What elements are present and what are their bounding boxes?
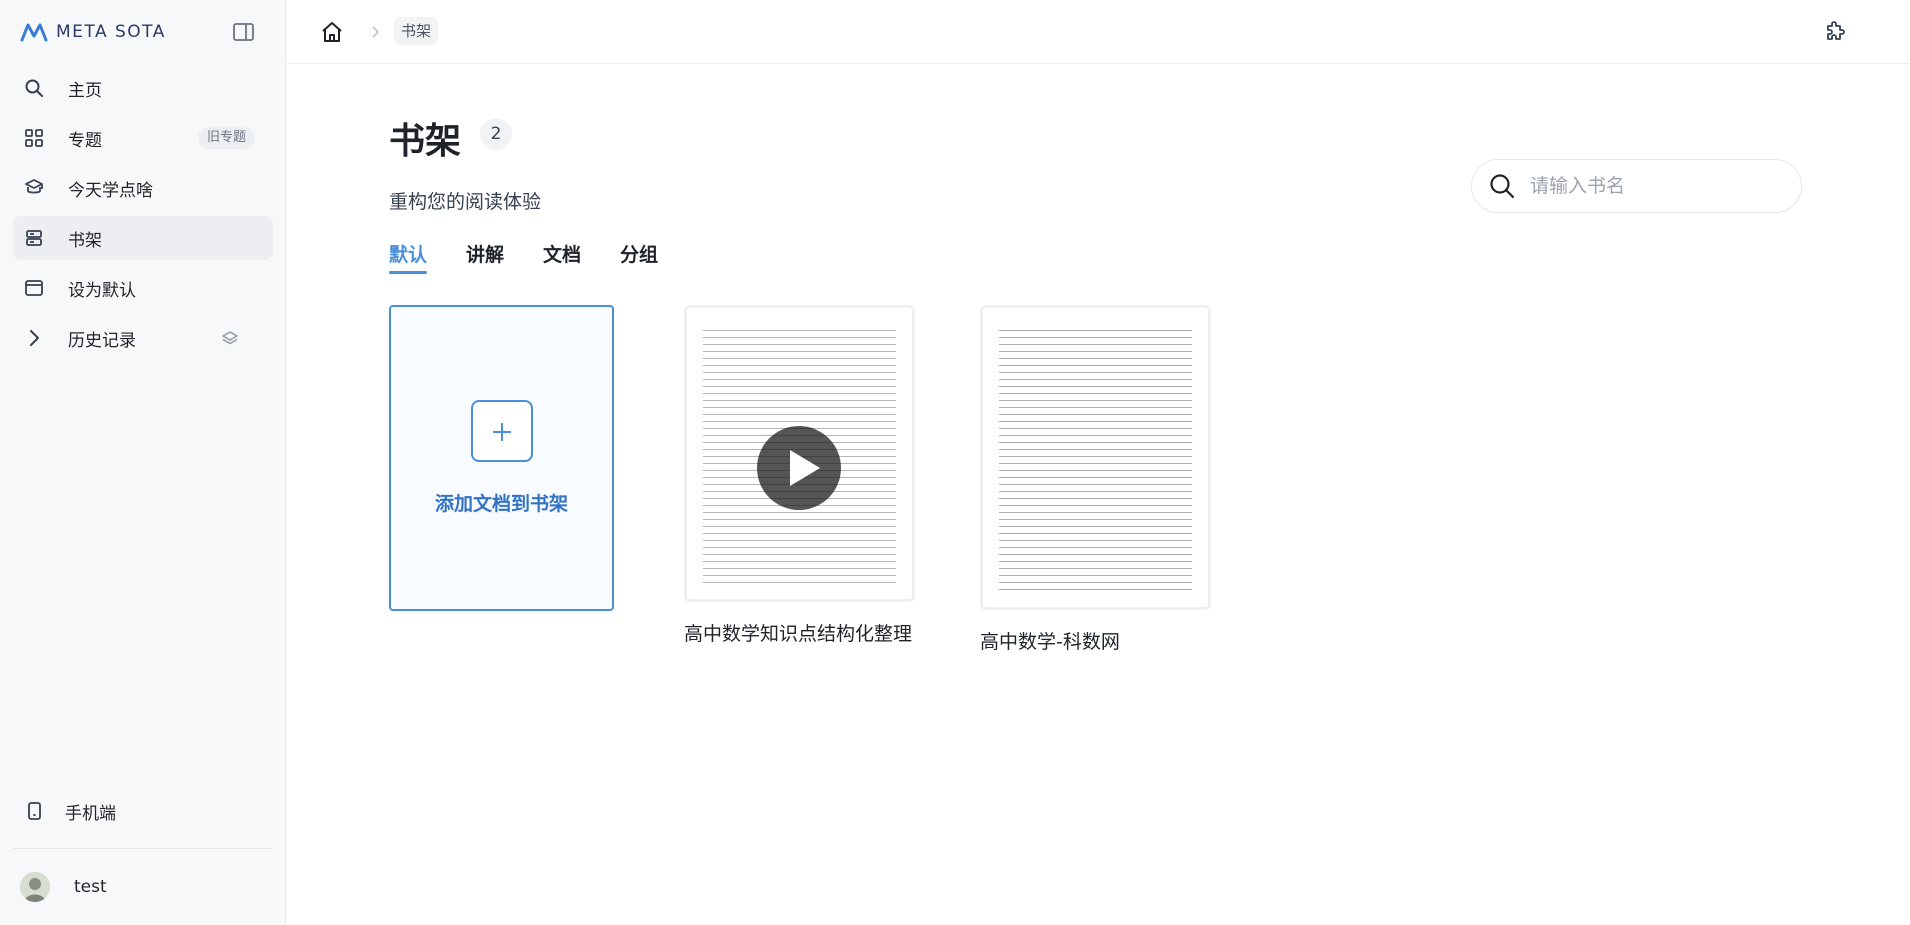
sidebar-item-history[interactable]: 历史记录 (13, 316, 273, 360)
stack-icon (23, 177, 45, 199)
chevron-right-icon (23, 327, 45, 349)
user-name: test (74, 877, 107, 897)
play-icon[interactable] (757, 426, 841, 510)
grid-icon (23, 127, 45, 149)
logo-icon (20, 23, 48, 42)
sidebar-item-label: 今天学点啥 (68, 180, 153, 201)
layers-icon[interactable] (221, 329, 239, 347)
mobile-app-link[interactable]: 手机端 (23, 796, 116, 826)
brand-logo[interactable]: META SOTA (20, 20, 166, 44)
tab-groups[interactable]: 分组 (620, 240, 658, 274)
shelf-tabs: 默认 讲解 文档 分组 (389, 240, 697, 274)
book-cover[interactable] (684, 305, 915, 602)
search-icon (1490, 174, 1515, 199)
sidebar-item-set-default[interactable]: 设为默认 (13, 266, 273, 310)
mobile-label: 手机端 (65, 803, 116, 824)
brand-name: META SOTA (56, 22, 166, 42)
home-button[interactable] (320, 20, 344, 44)
phone-icon (23, 800, 45, 822)
book-card[interactable]: 高中数学知识点结构化整理 (684, 305, 915, 685)
plus-icon (471, 400, 533, 462)
search-icon (23, 77, 45, 99)
topbar: 书架 (287, 0, 1910, 64)
tab-default[interactable]: 默认 (389, 240, 428, 274)
sidebar-item-home[interactable]: 主页 (13, 66, 273, 110)
window-icon (23, 277, 45, 299)
add-document-card[interactable]: 添加文档到书架 (389, 305, 614, 611)
add-document-label: 添加文档到书架 (434, 493, 568, 515)
sidebar-divider (13, 848, 273, 849)
app-root: META SOTA 主页 专题 旧专题 今天学点啥 书架 设为默认 历史记录 手… (0, 0, 1910, 925)
avatar (20, 872, 50, 902)
shelf-icon (23, 227, 45, 249)
sidebar-item-label: 设为默认 (68, 280, 136, 301)
plugin-button[interactable] (1823, 20, 1847, 44)
sidebar: META SOTA 主页 专题 旧专题 今天学点啥 书架 设为默认 历史记录 手… (0, 0, 286, 925)
sidebar-item-label: 主页 (68, 80, 102, 101)
sidebar-toggle-button[interactable] (232, 22, 256, 42)
breadcrumb-current[interactable]: 书架 (394, 17, 439, 45)
old-topics-badge[interactable]: 旧专题 (197, 127, 255, 149)
sidebar-item-learn-today[interactable]: 今天学点啥 (13, 166, 273, 210)
book-count-badge: 2 (480, 118, 512, 150)
sidebar-item-bookshelf[interactable]: 书架 (13, 216, 273, 260)
cover-text-preview (999, 330, 1192, 591)
sidebar-item-topics[interactable]: 专题 旧专题 (13, 116, 273, 160)
book-search[interactable] (1471, 159, 1802, 213)
sidebar-item-label: 历史记录 (68, 330, 136, 351)
tab-documents[interactable]: 文档 (543, 240, 581, 274)
breadcrumb-separator-icon (370, 22, 382, 42)
book-cover[interactable] (980, 305, 1211, 610)
book-card[interactable]: 高中数学-科数网 (980, 305, 1211, 665)
home-icon (322, 22, 342, 42)
book-title[interactable]: 高中数学-科数网 (980, 627, 1211, 657)
book-title[interactable]: 高中数学知识点结构化整理 (684, 619, 915, 649)
sidebar-item-label: 书架 (68, 230, 102, 251)
page-title: 书架 (389, 121, 462, 162)
sidebar-nav: 主页 专题 旧专题 今天学点啥 书架 设为默认 历史记录 (13, 66, 273, 366)
puzzle-icon (1827, 21, 1845, 40)
sidebar-item-label: 专题 (68, 130, 102, 151)
tab-explain[interactable]: 讲解 (466, 240, 504, 274)
user-profile[interactable]: test (20, 872, 107, 902)
sidebar-panel-icon (233, 23, 254, 41)
search-input[interactable] (1530, 175, 1780, 197)
page-subtitle: 重构您的阅读体验 (389, 191, 542, 213)
